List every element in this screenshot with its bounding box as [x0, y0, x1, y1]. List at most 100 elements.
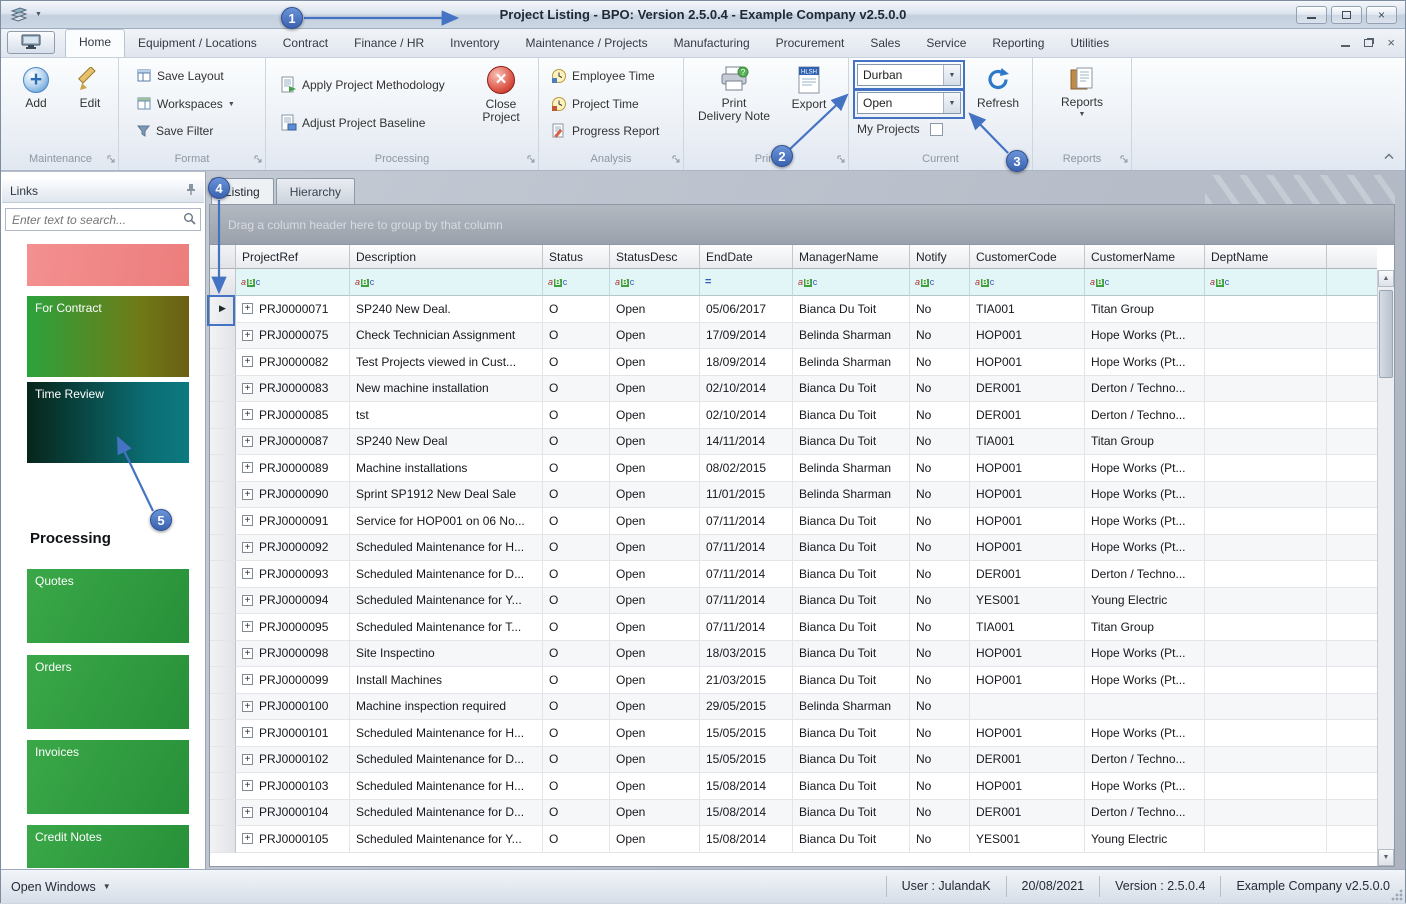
cell-description[interactable]: Site Inspectino: [350, 640, 543, 667]
grid-row[interactable]: + PRJ0000082 Test Projects viewed in Cust.…: [210, 349, 1394, 376]
sidebar-link-quotes[interactable]: Quotes: [27, 569, 189, 643]
cell-projectref[interactable]: + PRJ0000089: [236, 455, 350, 482]
cell-notify[interactable]: No: [910, 614, 970, 641]
cell-statusdesc[interactable]: Open: [610, 322, 700, 349]
cell-deptname[interactable]: [1205, 746, 1327, 773]
workspaces-button[interactable]: Workspaces ▼: [137, 94, 235, 114]
cell-enddate[interactable]: 11/01/2015: [700, 481, 793, 508]
cell-customercode[interactable]: HOP001: [970, 508, 1085, 535]
column-header-notify[interactable]: Notify: [910, 245, 970, 269]
cell-projectref[interactable]: + PRJ0000090: [236, 481, 350, 508]
row-expand-icon[interactable]: +: [242, 488, 253, 500]
cell-description[interactable]: Scheduled Maintenance for H...: [350, 773, 543, 800]
cell-status[interactable]: O: [543, 640, 610, 667]
cell-statusdesc[interactable]: Open: [610, 508, 700, 535]
reports-button[interactable]: Reports ▼: [1050, 66, 1114, 118]
cell-projectref[interactable]: + PRJ0000099: [236, 667, 350, 694]
grid-row[interactable]: + PRJ0000102 Scheduled Maintenance for D..…: [210, 746, 1394, 773]
cell-enddate[interactable]: 07/11/2014: [700, 561, 793, 588]
grid-row[interactable]: + PRJ0000100 Machine inspection required O O…: [210, 693, 1394, 720]
cell-managername[interactable]: Bianca Du Toit: [793, 561, 910, 588]
cell-statusdesc[interactable]: Open: [610, 799, 700, 826]
scroll-up-button[interactable]: ▲: [1378, 270, 1394, 287]
cell-customercode[interactable]: TIA001: [970, 428, 1085, 455]
cell-enddate[interactable]: 21/03/2015: [700, 667, 793, 694]
dialog-launcher-icon[interactable]: [672, 154, 680, 166]
cell-description[interactable]: Scheduled Maintenance for T...: [350, 614, 543, 641]
cell-enddate[interactable]: 18/03/2015: [700, 640, 793, 667]
cell-projectref[interactable]: + PRJ0000092: [236, 534, 350, 561]
cell-customername[interactable]: Hope Works (Pt...: [1085, 667, 1205, 694]
row-expand-icon[interactable]: +: [242, 568, 253, 580]
cell-status[interactable]: O: [543, 720, 610, 747]
cell-customername[interactable]: Titan Group: [1085, 614, 1205, 641]
cell-projectref[interactable]: + PRJ0000095: [236, 614, 350, 641]
cell-managername[interactable]: Bianca Du Toit: [793, 587, 910, 614]
ribbon-tab-maintenance-projects[interactable]: Maintenance / Projects: [513, 31, 661, 57]
cell-notify[interactable]: No: [910, 587, 970, 614]
cell-customercode[interactable]: DER001: [970, 375, 1085, 402]
dialog-launcher-icon[interactable]: [254, 154, 262, 166]
print-delivery-note-button[interactable]: ? Print Delivery Note: [698, 66, 770, 123]
cell-description[interactable]: Scheduled Maintenance for D...: [350, 561, 543, 588]
add-button[interactable]: Add: [11, 66, 61, 110]
row-expand-icon[interactable]: +: [242, 621, 253, 633]
cell-projectref[interactable]: + PRJ0000102: [236, 746, 350, 773]
row-expand-icon[interactable]: +: [242, 753, 253, 765]
ribbon-tab-reporting[interactable]: Reporting: [979, 31, 1057, 57]
cell-status[interactable]: O: [543, 693, 610, 720]
cell-status[interactable]: O: [543, 773, 610, 800]
row-expand-icon[interactable]: +: [242, 329, 253, 341]
cell-managername[interactable]: Bianca Du Toit: [793, 508, 910, 535]
export-button[interactable]: HLSH Export: [782, 66, 836, 111]
cell-customername[interactable]: Hope Works (Pt...: [1085, 508, 1205, 535]
cell-projectref[interactable]: + PRJ0000104: [236, 799, 350, 826]
cell-enddate[interactable]: 08/02/2015: [700, 455, 793, 482]
cell-deptname[interactable]: [1205, 349, 1327, 376]
cell-deptname[interactable]: [1205, 375, 1327, 402]
abc-filter-icon[interactable]: aBc: [975, 277, 994, 287]
cell-enddate[interactable]: 02/10/2014: [700, 375, 793, 402]
cell-projectref[interactable]: + PRJ0000098: [236, 640, 350, 667]
cell-customercode[interactable]: DER001: [970, 746, 1085, 773]
equals-filter-icon[interactable]: =: [705, 276, 711, 288]
cell-description[interactable]: Test Projects viewed in Cust...: [350, 349, 543, 376]
grid-row[interactable]: + PRJ0000089 Machine installations O Open 08/…: [210, 455, 1394, 482]
cell-projectref[interactable]: + PRJ0000091: [236, 508, 350, 535]
cell-deptname[interactable]: [1205, 455, 1327, 482]
cell-statusdesc[interactable]: Open: [610, 402, 700, 429]
row-expand-icon[interactable]: +: [242, 541, 253, 553]
document-tab-hierarchy[interactable]: Hierarchy: [275, 178, 356, 204]
row-expand-icon[interactable]: +: [242, 647, 253, 659]
filter-cell-description[interactable]: aBc: [350, 269, 543, 296]
sidebar-link-time-review[interactable]: Time Review: [27, 382, 189, 463]
filter-cell-status[interactable]: aBc: [543, 269, 610, 296]
grid-row[interactable]: + PRJ0000105 Scheduled Maintenance for Y..…: [210, 826, 1394, 853]
cell-managername[interactable]: Belinda Sharman: [793, 349, 910, 376]
cell-description[interactable]: New machine installation: [350, 375, 543, 402]
cell-managername[interactable]: Belinda Sharman: [793, 693, 910, 720]
cell-notify[interactable]: No: [910, 746, 970, 773]
cell-status[interactable]: O: [543, 534, 610, 561]
cell-notify[interactable]: No: [910, 667, 970, 694]
cell-managername[interactable]: Belinda Sharman: [793, 481, 910, 508]
cell-notify[interactable]: No: [910, 375, 970, 402]
resize-grip[interactable]: [1391, 889, 1403, 901]
column-header-managername[interactable]: ManagerName: [793, 245, 910, 269]
cell-notify[interactable]: No: [910, 455, 970, 482]
cell-description[interactable]: Install Machines: [350, 667, 543, 694]
row-expand-icon[interactable]: +: [242, 435, 253, 447]
cell-customername[interactable]: Hope Works (Pt...: [1085, 481, 1205, 508]
cell-managername[interactable]: Bianca Du Toit: [793, 773, 910, 800]
cell-notify[interactable]: No: [910, 720, 970, 747]
open-windows-button[interactable]: Open Windows ▼: [1, 880, 111, 894]
cell-customercode[interactable]: HOP001: [970, 667, 1085, 694]
cell-deptname[interactable]: [1205, 561, 1327, 588]
cell-statusdesc[interactable]: Open: [610, 481, 700, 508]
abc-filter-icon[interactable]: aBc: [355, 277, 374, 287]
cell-customercode[interactable]: DER001: [970, 402, 1085, 429]
cell-statusdesc[interactable]: Open: [610, 428, 700, 455]
row-expand-icon[interactable]: +: [242, 356, 253, 368]
save-layout-button[interactable]: Save Layout: [137, 66, 224, 86]
grid-row[interactable]: + PRJ0000099 Install Machines O Open 21/03/20…: [210, 667, 1394, 694]
